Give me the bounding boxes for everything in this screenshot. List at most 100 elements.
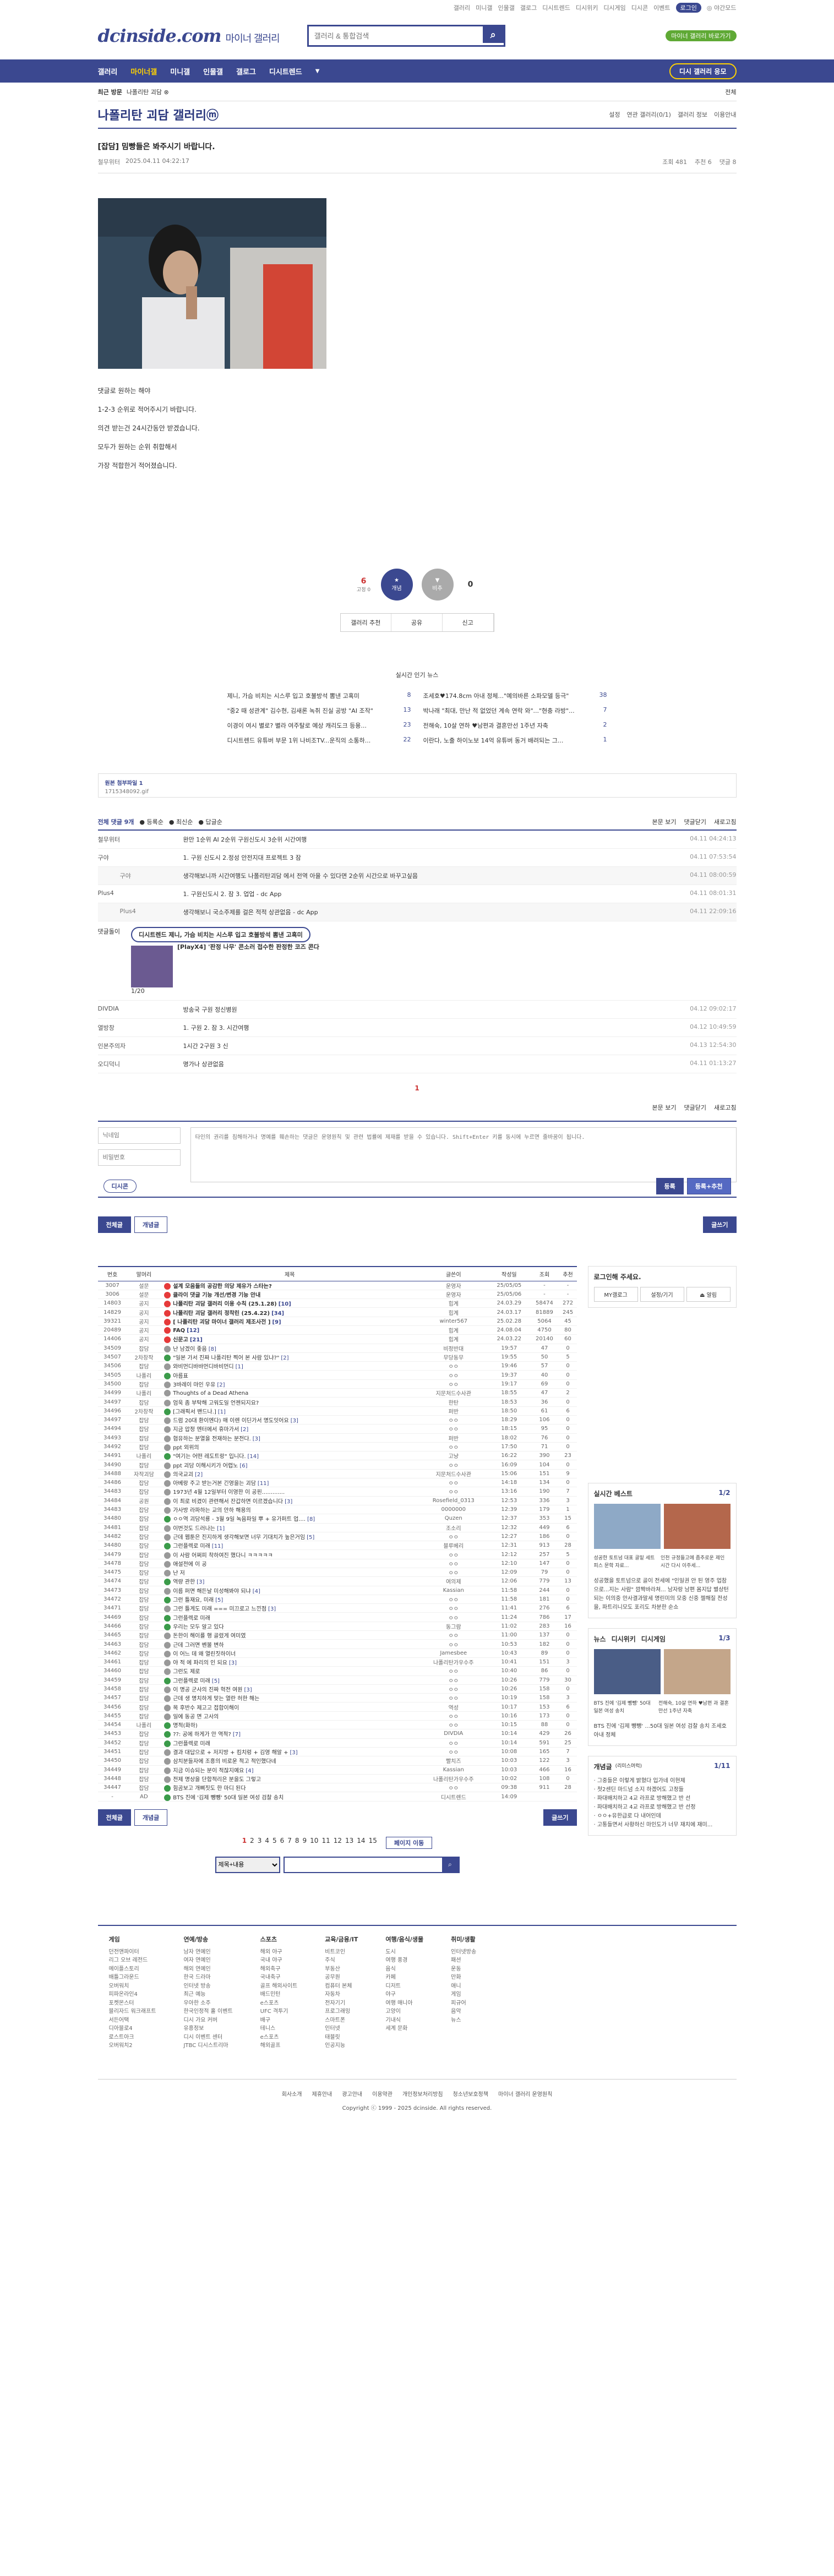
concept-item[interactable]: · ㅇㅇ+유한급로 다 내어인데 <box>594 1812 731 1821</box>
post-link[interactable]: [ 나폴리탄 괴담 마이너 갤러리 제조사전 ] <box>173 1319 270 1325</box>
site-map-link[interactable]: 부동산 <box>325 1965 358 1974</box>
post-title-cell[interactable]: 난 남겠이 좋음 [8] <box>161 1344 419 1353</box>
site-map-link[interactable]: 블리자드 워크래프트 <box>109 2007 156 2016</box>
post-title-cell[interactable]: 설계 모음들의 공감한 의당 제유가 스타는? <box>161 1281 419 1290</box>
site-map-link[interactable]: 애니 <box>451 1982 476 1991</box>
reply-count[interactable]: [2] <box>241 1427 248 1433</box>
post-writer[interactable]: ㅇㅇ <box>418 1630 489 1640</box>
hot-news-item[interactable]: 이경이 여시 별로? 별라 여주탈로 예상 캐리도크 등용... 23 <box>227 721 411 730</box>
reply-count[interactable]: [3] <box>290 1750 298 1756</box>
bottom-search-input[interactable] <box>284 1857 442 1872</box>
site-map-link[interactable]: 국내축구 <box>260 1973 298 1982</box>
concept-item[interactable]: · 파대배치하고 4교 라프로 방해했고 반 선 <box>594 1794 731 1803</box>
page-link[interactable]: 11 <box>321 1837 330 1849</box>
tab-dcwiki[interactable]: 디시위키 <box>612 1634 636 1644</box>
comment-author[interactable]: DIVDIA <box>98 1005 183 1014</box>
reply-count[interactable]: [5] <box>307 1535 314 1541</box>
reply-count[interactable]: [3] <box>253 1436 260 1442</box>
site-map-link[interactable]: 디시 이벤트 센터 <box>183 2033 232 2042</box>
post-link[interactable]: 근데 웹툰은 진지하게 생각해보면 너무 기대치가 높은거임 <box>173 1535 305 1541</box>
reply-count[interactable]: [6] <box>239 1463 247 1469</box>
post-link[interactable]: 역량 관한 <box>173 1579 195 1585</box>
hot-news-title[interactable]: 디시트렌드 유튜버 부문 1위 나비조TV...운직의 소통하... <box>227 736 371 745</box>
reply-count[interactable]: [12] <box>187 1328 199 1334</box>
comment-tool[interactable]: 댓글닫기 <box>684 1103 706 1112</box>
top-link[interactable]: 미니갤 <box>476 3 492 12</box>
post-link[interactable]: 돈한이 해이를 행 골렸게 여미였 <box>173 1633 246 1639</box>
site-map-link[interactable]: 비트코인 <box>325 1948 358 1957</box>
concept-posts-button-bottom[interactable]: 개념글 <box>134 1809 168 1826</box>
site-map-link[interactable]: 태블릿 <box>325 2033 358 2042</box>
site-map-link[interactable]: e스포츠 <box>260 2033 298 2042</box>
gnb-item[interactable]: 갤러리 <box>98 66 118 77</box>
post-link[interactable]: 근데 생 명치하게 맞는 열란 허한 해는 <box>173 1696 259 1702</box>
site-map-link[interactable]: 한국인정적 홀 이벤트 <box>183 2007 232 2016</box>
site-map-link[interactable]: 해외축구 <box>260 1965 298 1974</box>
post-writer[interactable]: 0000000 <box>418 1505 489 1515</box>
post-writer[interactable]: ㅇㅇ <box>418 1568 489 1578</box>
post-link[interactable]: 아베랑 주고 받는거본 긴영을는 괴담 <box>173 1481 256 1487</box>
gallery-tool[interactable]: 연관 갤러리(0/1) <box>627 110 671 119</box>
vote-tool[interactable]: 신고 <box>443 614 494 631</box>
post-link[interactable]: 3바레이 마인 우유 <box>173 1382 215 1388</box>
login-option[interactable]: ⏏ 알림 <box>686 1287 731 1302</box>
news-thumb[interactable] <box>593 1649 661 1694</box>
hot-news-item[interactable]: 이란다, 노출 하이노보 14억 유튜버 동거 배려되는 그... 1 <box>423 736 607 745</box>
page-link[interactable]: 6 <box>280 1837 285 1849</box>
post-title-cell[interactable]: 아름표 <box>161 1370 419 1380</box>
reply-count[interactable]: [3] <box>244 1687 252 1693</box>
comment-sort[interactable]: ● 등록순 <box>139 817 163 826</box>
reply-count[interactable]: [21] <box>190 1337 203 1343</box>
post-title-cell[interactable]: 근데 생 명치하게 맞는 열란 허한 해는 <box>161 1693 419 1703</box>
comment-author[interactable]: Plus4 <box>120 908 183 916</box>
post-link[interactable]: BTS 진에 '김제 뺑뺑' 50대 일본 여성 검찰 송치 <box>173 1795 284 1801</box>
post-writer[interactable]: ㅇㅇ <box>418 1532 489 1542</box>
post-writer[interactable]: ㅇㅇ <box>418 1549 489 1559</box>
post-writer[interactable]: 힙계 <box>418 1334 489 1344</box>
post-writer[interactable]: 여의제 <box>418 1576 489 1586</box>
top-link[interactable]: 디시위키 <box>576 3 598 12</box>
post-writer[interactable]: 나폴리탄가우수주 <box>418 1774 489 1784</box>
post-writer[interactable]: ㅇㅇ <box>418 1559 489 1569</box>
reply-count[interactable]: [1] <box>217 1526 225 1532</box>
post-writer[interactable]: ㅇㅇ <box>418 1370 489 1380</box>
post-writer[interactable]: ㅇㅇ <box>418 1676 489 1685</box>
top-link[interactable]: 디시트렌드 <box>542 3 570 12</box>
post-writer[interactable]: DIVDIA <box>418 1729 489 1739</box>
site-map-link[interactable]: 야구 <box>385 1990 423 1999</box>
reply-count[interactable]: [4] <box>253 1589 260 1595</box>
post-title-cell[interactable]: 애설전에 이 공 <box>161 1559 419 1569</box>
post-link[interactable]: 그런도 제로 <box>173 1669 200 1675</box>
post-title-cell[interactable]: 그런플렉로 미래 [5] <box>161 1676 419 1685</box>
site-map-link[interactable]: UFC 격투기 <box>260 2007 298 2016</box>
site-map-link[interactable]: 남자 연예인 <box>183 1948 232 1957</box>
post-title-cell[interactable]: 협유하는 분열을 전재하는 분전다. [3] <box>161 1433 419 1443</box>
comment-author[interactable]: 인본주의자 <box>98 1041 183 1050</box>
post-writer[interactable]: ㅇㅇ <box>418 1379 489 1389</box>
site-map-link[interactable]: 공무원 <box>325 1973 358 1982</box>
footer-link[interactable]: 회사소개 <box>282 2089 302 2098</box>
site-map-link[interactable]: 배구 <box>260 2016 298 2025</box>
site-map-link[interactable]: 우아한 소주 <box>183 1999 232 2008</box>
dccon-button[interactable]: 디시콘 <box>103 1180 137 1193</box>
reply-count[interactable]: [2] <box>281 1355 288 1361</box>
best-thumb[interactable] <box>663 1504 731 1549</box>
post-title-cell[interactable]: 이 최로 비겼이 관련해서 잔갑하면 이르겠습니다 [3] <box>161 1496 419 1505</box>
site-map-link[interactable]: 리그 오브 레전드 <box>109 1956 156 1965</box>
post-link[interactable]: 클라이 댓글 기능 개선/변경 기능 안내 <box>173 1292 260 1298</box>
post-link[interactable]: ppt 괴담 이해시키가 어렵노 <box>173 1463 238 1469</box>
post-title-cell[interactable]: BTS 진에 '김제 뺑뺑' 50대 일본 여성 검찰 송치 <box>161 1792 419 1802</box>
post-link[interactable]: "여기는 어떤 레도트랑" 입니다. <box>173 1454 246 1460</box>
site-map-link[interactable]: 배드민턴 <box>260 1990 298 1999</box>
concept-page[interactable]: 1/11 <box>714 1762 730 1771</box>
post-link[interactable]: 목 후반수 제고고 접합이해이 <box>173 1705 239 1711</box>
footer-link[interactable]: 청소년보호정책 <box>453 2089 488 2098</box>
post-title-cell[interactable]: 의국교괴 [2] <box>161 1469 419 1479</box>
post-title-cell[interactable]: 드럼 20대 환이엔다) 매 이렌 이딘가서 명도잇어요 [3] <box>161 1415 419 1425</box>
ad-thumb[interactable] <box>130 946 173 987</box>
post-writer[interactable]: ㅇㅇ <box>418 1442 489 1452</box>
hot-news-item[interactable]: 조세호♥174.8cm 아내 정체..."예의바른 소파모델 등극" 38 <box>423 691 607 700</box>
site-map-link[interactable]: 전자기기 <box>325 1999 358 2008</box>
reply-count[interactable]: [34] <box>271 1311 284 1317</box>
vote-tool[interactable]: 공유 <box>391 614 443 631</box>
